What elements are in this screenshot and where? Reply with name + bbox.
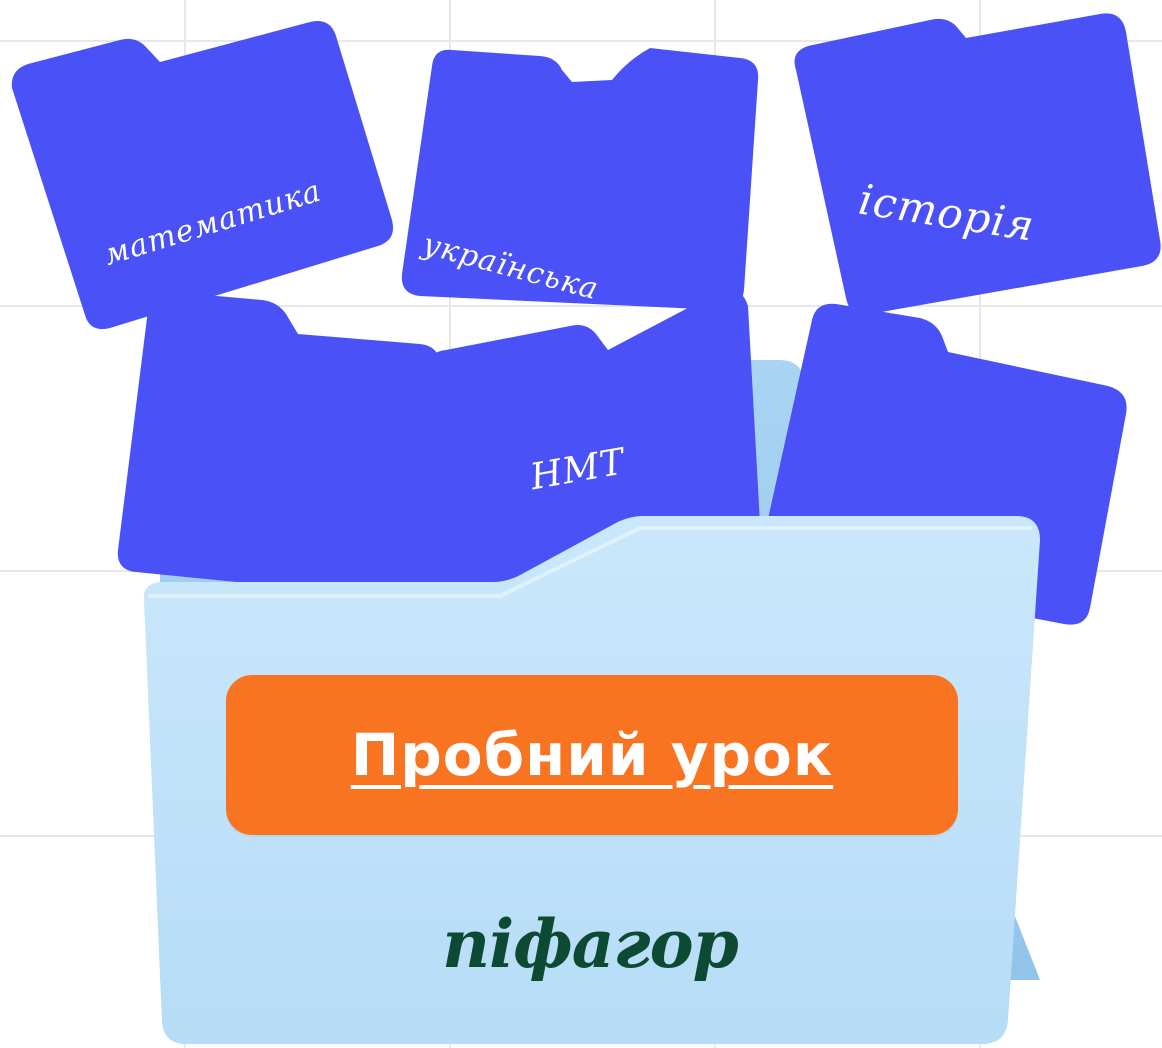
brand-logo: піфагор: [442, 905, 739, 983]
trial-lesson-label: Пробний урок: [350, 721, 834, 789]
folders-illustration: [11, 13, 1161, 1044]
folder-math-shape: [11, 20, 394, 330]
folder-left-shape: [117, 291, 441, 600]
illustration-scene: математика українська історія НМТ Пробни…: [0, 0, 1162, 1048]
folder-history-shape: [794, 13, 1161, 315]
trial-lesson-button[interactable]: Пробний урок: [226, 675, 958, 835]
